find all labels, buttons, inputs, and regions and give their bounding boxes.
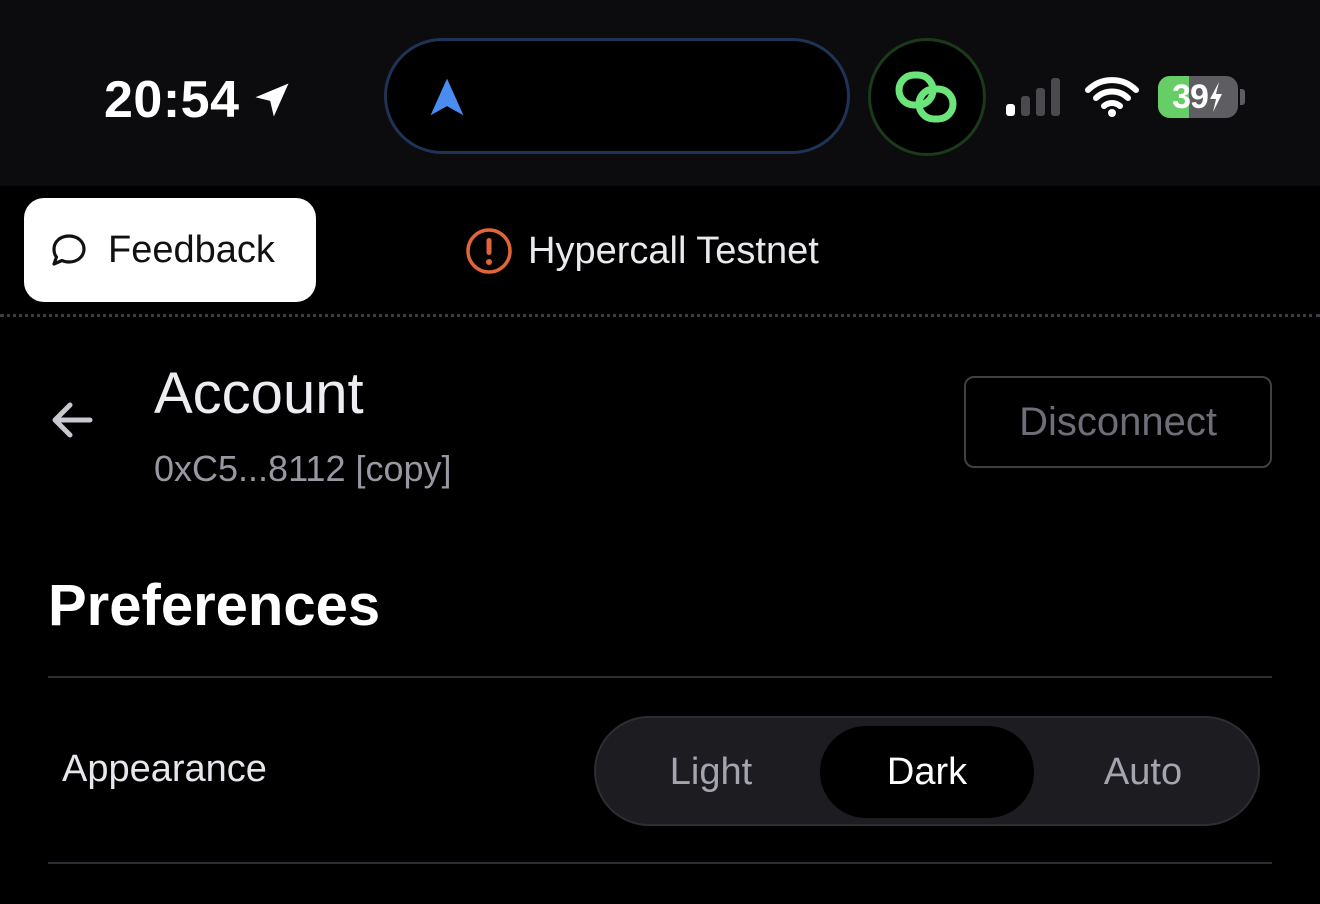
back-arrow-icon[interactable] bbox=[44, 392, 100, 448]
signal-icon bbox=[1006, 78, 1060, 116]
appearance-option-dark[interactable]: Dark bbox=[820, 726, 1034, 818]
network-label: Hypercall Testnet bbox=[528, 229, 819, 272]
section-divider bbox=[48, 676, 1272, 678]
battery-tip bbox=[1240, 89, 1245, 105]
appearance-option-auto[interactable]: Auto bbox=[1036, 726, 1250, 818]
network-indicator[interactable]: Hypercall Testnet bbox=[464, 226, 819, 276]
preferences-heading: Preferences bbox=[48, 573, 381, 638]
dynamic-island[interactable] bbox=[384, 38, 850, 154]
feedback-label: Feedback bbox=[108, 228, 275, 271]
disconnect-button[interactable]: Disconnect bbox=[964, 376, 1272, 468]
feedback-button[interactable]: Feedback bbox=[24, 198, 316, 302]
status-time: 20:54 bbox=[104, 71, 240, 129]
header-divider bbox=[0, 314, 1320, 317]
account-address-copy[interactable]: 0xC5...8112 [copy] bbox=[154, 448, 452, 490]
chat-bubble-icon bbox=[52, 234, 86, 266]
section-divider-bottom bbox=[48, 862, 1272, 864]
status-bar: 20:54 39 bbox=[0, 0, 1320, 186]
page-title: Account bbox=[154, 361, 364, 426]
navigation-arrow-icon bbox=[430, 78, 464, 116]
charging-bolt-icon bbox=[1209, 82, 1222, 112]
location-arrow-icon bbox=[255, 83, 288, 117]
battery-percent: 39 bbox=[1172, 77, 1209, 116]
appearance-label: Appearance bbox=[62, 748, 267, 790]
appearance-option-light[interactable]: Light bbox=[604, 726, 818, 818]
appearance-segmented-control[interactable]: Light Dark Auto bbox=[594, 716, 1260, 826]
link-app-icon bbox=[895, 71, 957, 123]
link-app-indicator[interactable] bbox=[868, 38, 986, 156]
battery-charging-icon: 39 bbox=[1158, 76, 1238, 118]
warning-icon bbox=[466, 228, 512, 274]
wifi-icon bbox=[1085, 77, 1139, 117]
status-time-group: 20:54 bbox=[104, 70, 294, 130]
